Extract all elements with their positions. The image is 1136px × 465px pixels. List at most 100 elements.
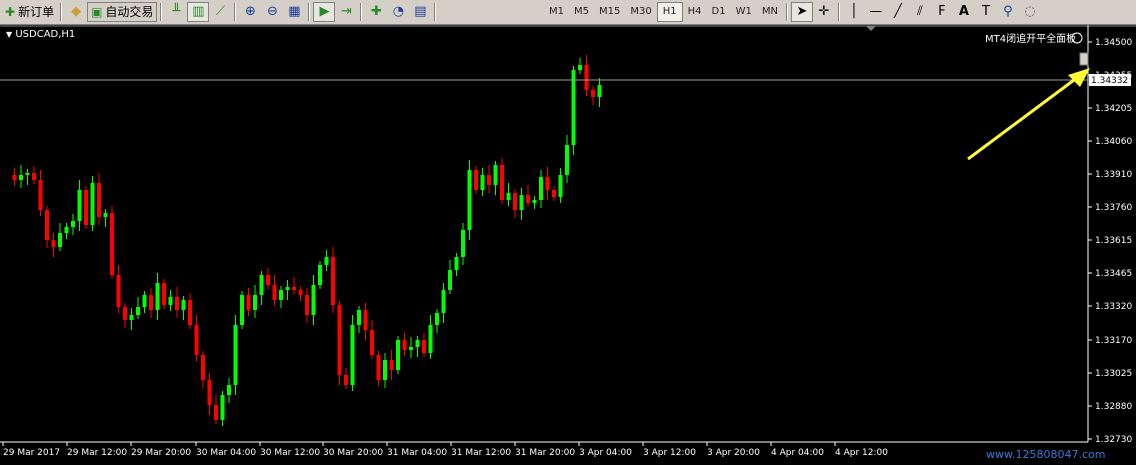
chat-icon[interactable]: ◌ bbox=[1019, 2, 1041, 22]
auto-scroll-icon[interactable]: ▶ bbox=[313, 1, 336, 22]
timeframe-w1[interactable]: W1 bbox=[731, 2, 757, 22]
chart-window[interactable]: 1.345001.343551.342051.340601.339101.337… bbox=[0, 25, 1136, 461]
time-tick-label: 31 Mar 04:00 bbox=[387, 448, 447, 458]
market-watch-icon[interactable]: ◆ bbox=[65, 2, 87, 22]
candle-body bbox=[162, 283, 166, 305]
candle-body bbox=[513, 193, 517, 210]
candle-body bbox=[285, 287, 290, 290]
candle-body bbox=[331, 257, 335, 305]
candle-body bbox=[344, 375, 348, 385]
channel-icon[interactable]: ⫽ bbox=[909, 2, 931, 22]
vertical-line-icon[interactable]: │ bbox=[843, 2, 865, 22]
line-chart-icon[interactable]: ⟋ bbox=[209, 2, 231, 22]
candle-body bbox=[207, 380, 212, 405]
new-order-icon: ✚ bbox=[5, 4, 16, 19]
candle-body bbox=[539, 177, 543, 200]
new-order-button[interactable]: ✚ 新订单 bbox=[2, 2, 57, 22]
toolbar-separator bbox=[308, 2, 311, 21]
candle-body bbox=[493, 165, 498, 185]
price-tick-label: 1.34060 bbox=[1095, 137, 1132, 147]
timeframe-mn[interactable]: MN bbox=[757, 2, 783, 22]
candle-body bbox=[519, 195, 524, 210]
candle-body bbox=[461, 230, 465, 257]
candle-body bbox=[292, 287, 296, 290]
candle-body bbox=[402, 340, 407, 350]
candle-body bbox=[389, 360, 394, 370]
current-price-label: 1.34332 bbox=[1091, 76, 1128, 86]
timeframe-m15[interactable]: M15 bbox=[594, 2, 625, 22]
candle-body bbox=[422, 340, 426, 353]
auto-trading-button[interactable]: ▣ 自动交易 bbox=[87, 1, 158, 22]
templates-icon[interactable]: ▤ bbox=[409, 2, 431, 22]
crosshair-icon[interactable]: ✛ bbox=[813, 2, 835, 22]
time-tick-label: 30 Mar 20:00 bbox=[323, 448, 383, 458]
candle-body bbox=[324, 257, 329, 265]
candle-body bbox=[168, 297, 173, 305]
trendline-icon[interactable]: ╱ bbox=[887, 2, 909, 22]
time-tick-label: 4 Apr 12:00 bbox=[835, 448, 888, 458]
candle-body bbox=[311, 285, 316, 315]
candle-body bbox=[409, 347, 413, 350]
candle-body bbox=[194, 325, 199, 355]
chart-shift-icon[interactable]: ⇥ bbox=[335, 2, 357, 22]
candle-body bbox=[506, 193, 511, 200]
symbol-dropdown-icon: ▼ bbox=[6, 30, 13, 39]
timeframe-m5[interactable]: M5 bbox=[569, 2, 594, 22]
horizontal-line-icon[interactable]: — bbox=[865, 2, 887, 22]
bar-chart-icon[interactable]: ╨ bbox=[165, 2, 187, 22]
candle-body bbox=[363, 310, 368, 330]
timeframe-d1[interactable]: D1 bbox=[707, 2, 731, 22]
candle-body bbox=[155, 283, 160, 310]
time-tick-label: 29 Mar 12:00 bbox=[67, 448, 127, 458]
cursor-icon[interactable]: ➤ bbox=[790, 1, 813, 22]
candle-body bbox=[246, 295, 251, 310]
toolbar-separator bbox=[434, 2, 437, 21]
candle-body bbox=[103, 213, 108, 217]
candle-body bbox=[305, 295, 309, 315]
candle-body bbox=[58, 233, 62, 247]
search-icon[interactable]: ⚲ bbox=[997, 2, 1019, 22]
candle-body bbox=[526, 195, 530, 203]
candle-body bbox=[383, 360, 387, 380]
candle-body bbox=[142, 295, 147, 307]
price-tick-label: 1.33320 bbox=[1095, 302, 1132, 312]
price-tick-label: 1.34205 bbox=[1095, 104, 1132, 114]
price-tick-label: 1.33910 bbox=[1095, 170, 1132, 180]
symbol-text: USDCAD,H1 bbox=[15, 29, 76, 40]
candle-body bbox=[123, 307, 127, 320]
text-label-icon[interactable]: T bbox=[975, 2, 997, 22]
candle-body bbox=[532, 200, 537, 203]
timeframe-h4[interactable]: H4 bbox=[683, 2, 707, 22]
tile-windows-icon[interactable]: ▦ bbox=[283, 2, 305, 22]
periods-icon[interactable]: ◔ bbox=[387, 2, 409, 22]
timeframe-m30[interactable]: M30 bbox=[625, 2, 656, 22]
price-chart[interactable]: 1.345001.343551.342051.340601.339101.337… bbox=[0, 25, 1136, 461]
time-tick-label: 29 Mar 20:00 bbox=[131, 448, 191, 458]
toolbar-separator bbox=[160, 2, 163, 21]
candle-body bbox=[32, 173, 36, 180]
fibonacci-icon[interactable]: F bbox=[931, 2, 953, 22]
text-icon[interactable]: A bbox=[953, 2, 975, 22]
zoom-out-icon[interactable]: ⊖ bbox=[261, 2, 283, 22]
time-tick-label: 31 Mar 20:00 bbox=[515, 448, 575, 458]
candle-body bbox=[77, 190, 82, 221]
time-tick-label: 4 Apr 04:00 bbox=[771, 448, 824, 458]
candle-body bbox=[175, 297, 179, 310]
candle-body bbox=[396, 340, 400, 370]
zoom-in-icon[interactable]: ⊕ bbox=[239, 2, 261, 22]
candle-body bbox=[565, 145, 569, 175]
price-tick-label: 1.33465 bbox=[1095, 269, 1132, 279]
panel-toggle-button[interactable] bbox=[1079, 52, 1089, 66]
candlestick-icon[interactable]: ▥ bbox=[187, 1, 210, 22]
toolbar-separator bbox=[234, 2, 237, 21]
timeframe-m1[interactable]: M1 bbox=[544, 2, 569, 22]
time-axis: 29 Mar 2017 29 Mar 12:00 29 Mar 20:00 30 Ma… bbox=[2, 442, 888, 458]
candle-body bbox=[90, 183, 95, 225]
candle-body bbox=[259, 275, 264, 295]
candles-group bbox=[12, 55, 602, 426]
price-tick-label: 1.33615 bbox=[1095, 236, 1132, 246]
new-order-label: 新订单 bbox=[18, 5, 55, 19]
indicators-icon[interactable]: ✚ bbox=[365, 2, 387, 22]
timeframe-h1[interactable]: H1 bbox=[656, 1, 683, 22]
candle-body bbox=[266, 275, 270, 285]
